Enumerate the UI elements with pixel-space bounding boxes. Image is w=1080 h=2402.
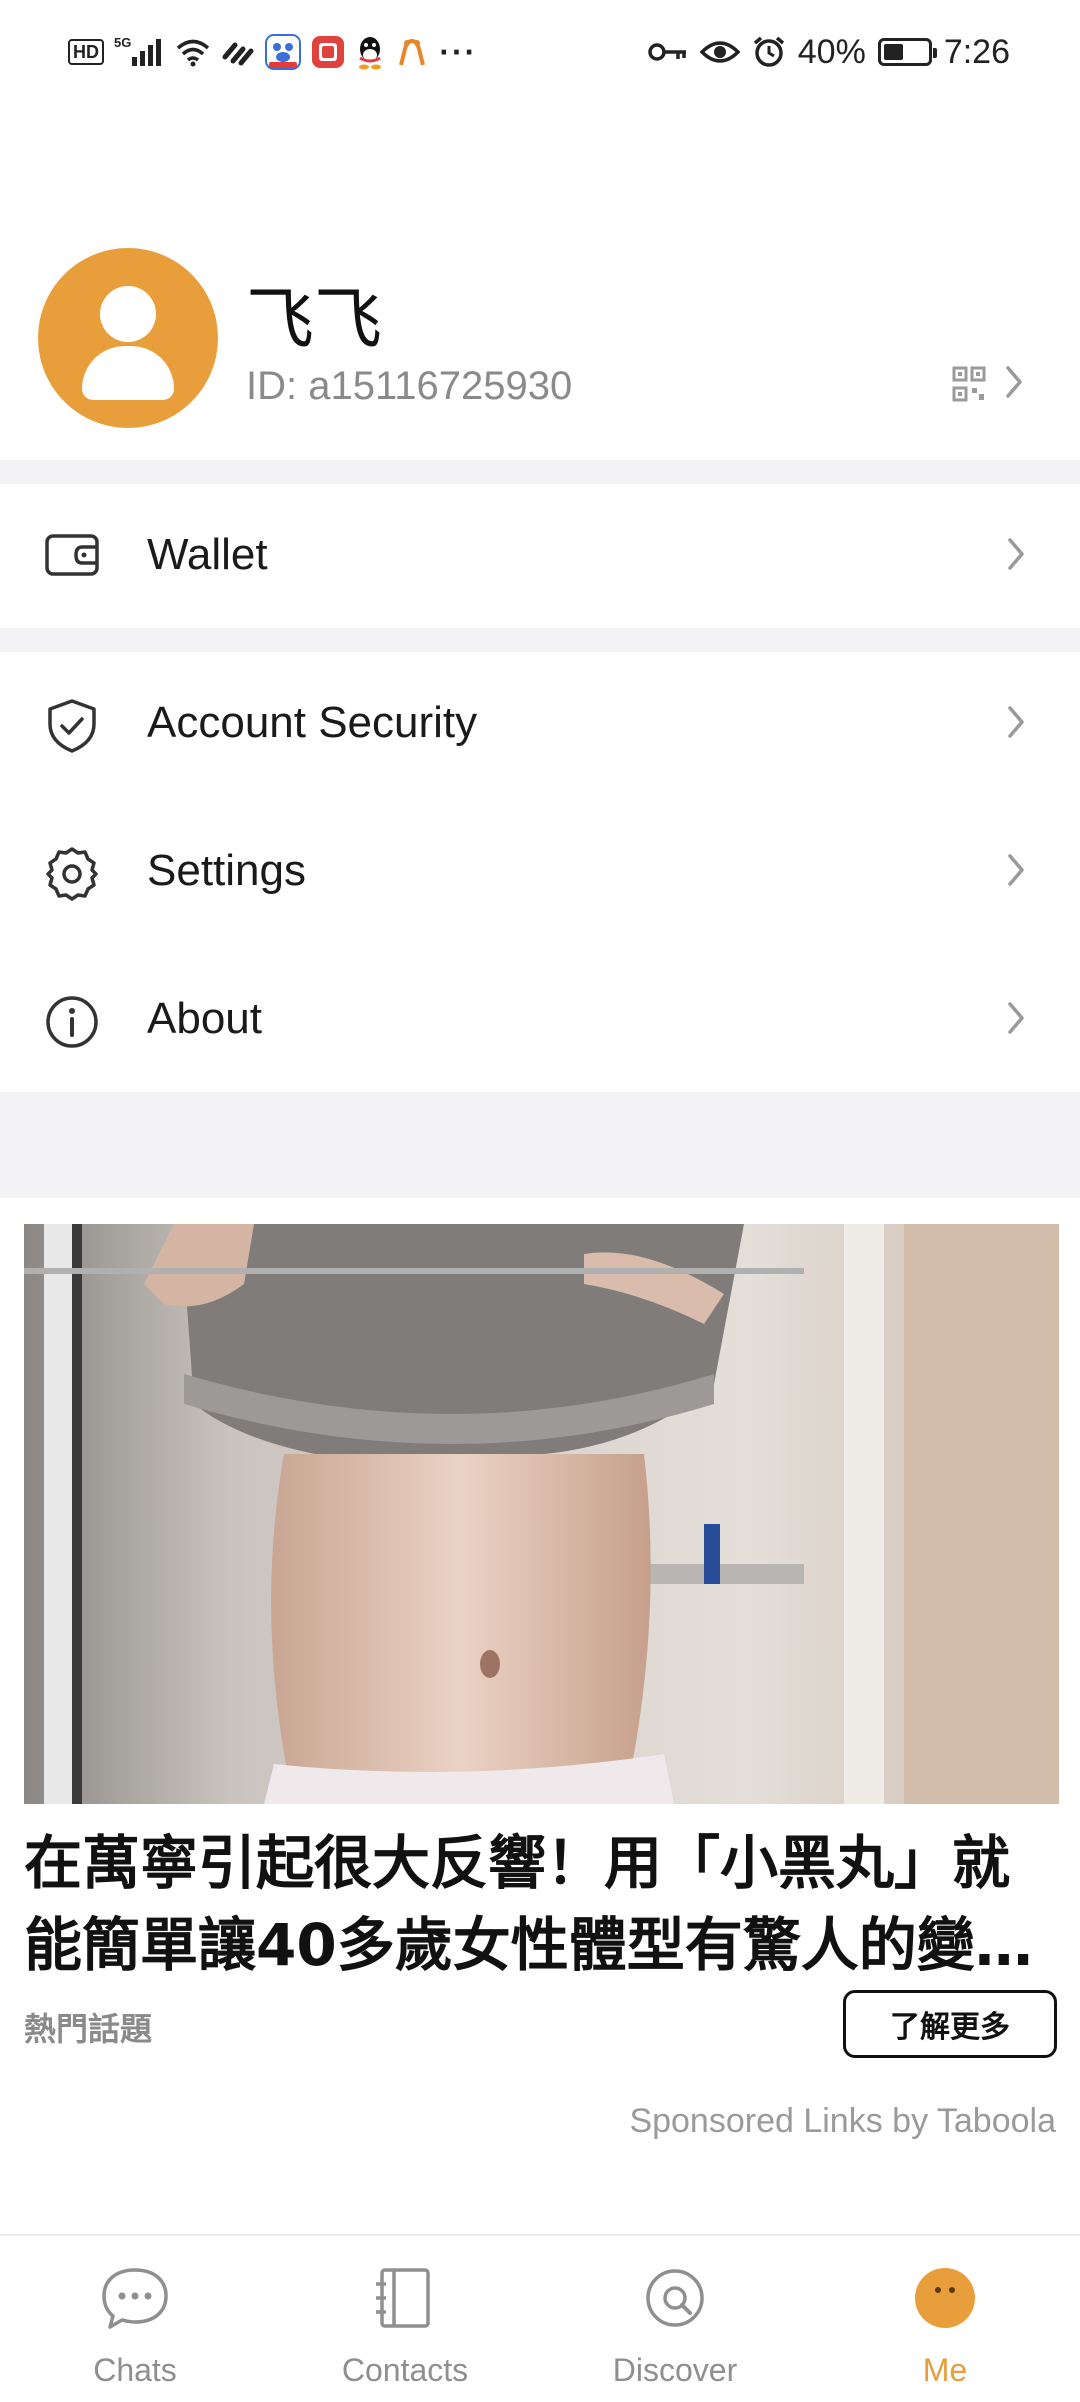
status-bar: HD 5G ··· 40% 7:26 [0,0,1080,104]
about-label: About [147,994,262,1043]
chevron-right-icon [1006,704,1026,745]
contacts-book-icon [370,2266,440,2330]
tab-discover[interactable]: Discover [540,2236,810,2402]
ad-title[interactable]: 在萬寧引起很大反響！用「小黑丸」就能簡單讓40多歲女性體型有驚人的變… [24,1822,1064,1986]
tab-contacts[interactable]: Contacts [270,2236,540,2402]
account-security-label: Account Security [147,698,478,747]
profile-chevron-right-icon[interactable] [1004,364,1024,405]
tab-me[interactable]: Me [810,2236,1080,2402]
wallet-icon [44,530,100,580]
section-divider [0,460,1080,484]
app-notification-icon [395,35,429,69]
profile-name: 飞飞 [246,281,383,360]
tab-discover-label: Discover [612,2352,738,2388]
me-face-icon [910,2266,980,2330]
menu-item-account-security[interactable]: Account Security [0,658,1080,788]
avatar-body-shape [82,346,174,400]
chevron-right-icon [1006,536,1026,577]
chevron-right-icon [1006,852,1026,893]
tab-chats[interactable]: Chats [0,2236,270,2402]
qq-icon [355,34,385,70]
profile-id: ID: a15116725930 [246,364,573,408]
sponsored-links-label[interactable]: Sponsored Links by Taboola [629,2102,1056,2141]
status-bar-left: HD 5G ··· [68,30,477,74]
red-app-icon [311,35,345,69]
status-time: 7:26 [943,32,1010,71]
status-bar-right: 40% 7:26 [648,30,1010,74]
shield-icon [44,698,100,753]
gear-icon [44,846,100,901]
eye-icon [699,38,740,66]
menu-item-settings[interactable]: Settings [0,806,1080,936]
profile-header[interactable]: 飞飞 ID: a15116725930 [0,244,1080,444]
settings-label: Settings [147,846,306,895]
menu-item-wallet[interactable]: Wallet [0,490,1080,620]
section-divider [0,1092,1080,1198]
tab-chats-label: Chats [93,2352,177,2388]
bottom-navigation: Chats Contacts Discover Me [0,2234,1080,2402]
more-dots-icon: ··· [439,33,478,70]
info-icon [44,994,100,1048]
discover-compass-icon [640,2266,710,2330]
menu-item-about[interactable]: About [0,954,1080,1084]
wallet-label: Wallet [147,530,268,579]
ad-source: 熱門話題 [24,2010,153,2048]
key-icon [648,40,688,64]
battery-percent: 40% [797,32,866,71]
ad-image[interactable] [24,1224,1059,1804]
5g-signal-icon: 5G [114,34,165,67]
wifi-icon [175,37,211,67]
section-divider [0,628,1080,652]
battery-icon [877,38,937,66]
learn-more-button[interactable]: 了解更多 [843,1990,1057,2058]
chat-bubble-icon [100,2266,170,2330]
chevron-right-icon [1006,1000,1026,1041]
alarm-icon [752,35,786,69]
data-saver-icon [221,37,255,67]
tab-me-label: Me [922,2352,968,2388]
tab-contacts-label: Contacts [341,2352,469,2388]
network-type-label: 5G [114,34,132,50]
avatar[interactable] [38,248,218,428]
qr-code-icon[interactable] [952,366,986,407]
avatar-head-shape [100,286,156,342]
hd-icon: HD [68,39,104,65]
baidu-app-icon [265,34,302,70]
